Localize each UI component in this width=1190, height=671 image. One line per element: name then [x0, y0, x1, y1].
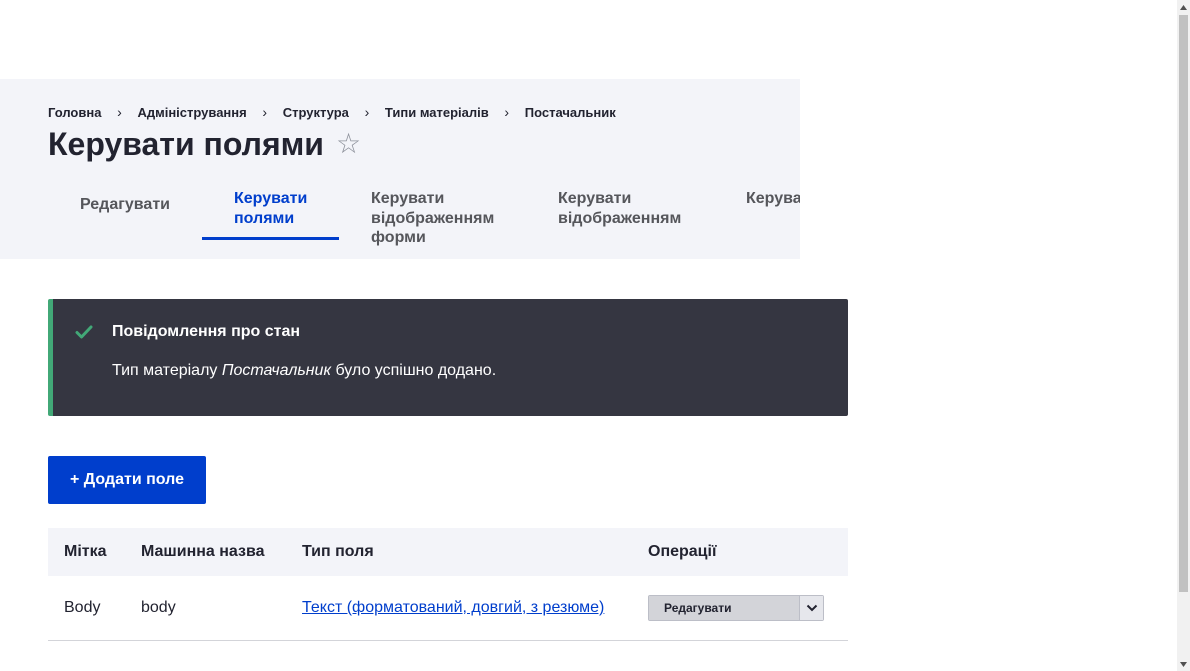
cell-field-type: Текст (форматований, довгий, з резюме): [286, 576, 632, 641]
status-title: Повідомлення про стан: [112, 323, 301, 340]
column-header-machine-name: Машинна назва: [125, 528, 286, 576]
check-icon: [75, 325, 93, 339]
tab-manage-more[interactable]: Керувати повнов: [746, 189, 800, 209]
cell-label: Body: [48, 576, 125, 641]
column-header-operations: Операції: [632, 528, 848, 576]
breadcrumb-separator: ›: [364, 104, 370, 120]
fields-table: Мітка Машинна назва Тип поля Операції Bo…: [48, 528, 848, 641]
breadcrumb-separator: ›: [504, 104, 510, 120]
table-row: Body body Текст (форматований, довгий, з…: [48, 576, 848, 641]
scroll-up-arrow[interactable]: [1177, 0, 1190, 14]
primary-tabs: Редагувати Керувати полями Керувати відо…: [48, 189, 800, 259]
add-field-button[interactable]: + Додати поле: [48, 456, 206, 504]
operations-toggle[interactable]: [799, 595, 823, 620]
field-type-link[interactable]: Текст (форматований, довгий, з резюме): [302, 599, 604, 616]
active-tab-indicator: [202, 237, 339, 240]
breadcrumb: Головна › Адміністрування › Структура › …: [48, 104, 616, 120]
breadcrumb-content-types[interactable]: Типи матеріалів: [385, 105, 489, 120]
scrollbar-thumb[interactable]: [1179, 15, 1188, 592]
edit-button[interactable]: Редагувати: [649, 595, 799, 620]
tab-manage-display[interactable]: Керувати відображенням: [558, 189, 698, 228]
breadcrumb-separator: ›: [117, 104, 122, 120]
page-header: Головна › Адміністрування › Структура › …: [0, 79, 800, 259]
star-icon[interactable]: ☆: [336, 126, 361, 162]
vertical-scrollbar[interactable]: [1177, 0, 1190, 671]
cell-machine-name: body: [125, 576, 286, 641]
status-message: Повідомлення про стан Тип матеріалу Пост…: [48, 299, 848, 416]
tab-manage-fields[interactable]: Керувати полями: [234, 189, 339, 228]
cell-operations: Редагувати: [632, 576, 848, 641]
breadcrumb-supplier[interactable]: Постачальник: [525, 105, 616, 120]
page: Головна › Адміністрування › Структура › …: [0, 0, 1177, 671]
status-content-type-name: Постачальник: [221, 362, 332, 379]
table-header-row: Мітка Машинна назва Тип поля Операції: [48, 528, 848, 576]
breadcrumb-structure[interactable]: Структура: [283, 105, 349, 120]
column-header-label: Мітка: [48, 528, 125, 576]
title-row: Керувати полями ☆: [48, 126, 361, 162]
breadcrumb-separator: ›: [262, 104, 268, 120]
tab-edit[interactable]: Редагувати: [80, 195, 190, 215]
arrow-down-icon: [1180, 661, 1187, 667]
status-text: Тип матеріалу Постачальник було успішно …: [112, 362, 496, 380]
status-text-after: було успішно додано.: [331, 362, 497, 379]
status-text-before: Тип матеріалу: [112, 362, 222, 379]
breadcrumb-home[interactable]: Головна: [48, 105, 101, 120]
arrow-up-icon: [1180, 4, 1187, 10]
column-header-field-type: Тип поля: [286, 528, 632, 576]
page-title: Керувати полями: [48, 126, 324, 162]
breadcrumb-administration[interactable]: Адміністрування: [137, 105, 246, 120]
operations-dropbutton: Редагувати: [648, 594, 824, 621]
tab-manage-form-display[interactable]: Керувати відображенням форми: [371, 189, 511, 248]
scroll-down-arrow[interactable]: [1177, 657, 1190, 671]
chevron-down-icon: [806, 604, 817, 612]
